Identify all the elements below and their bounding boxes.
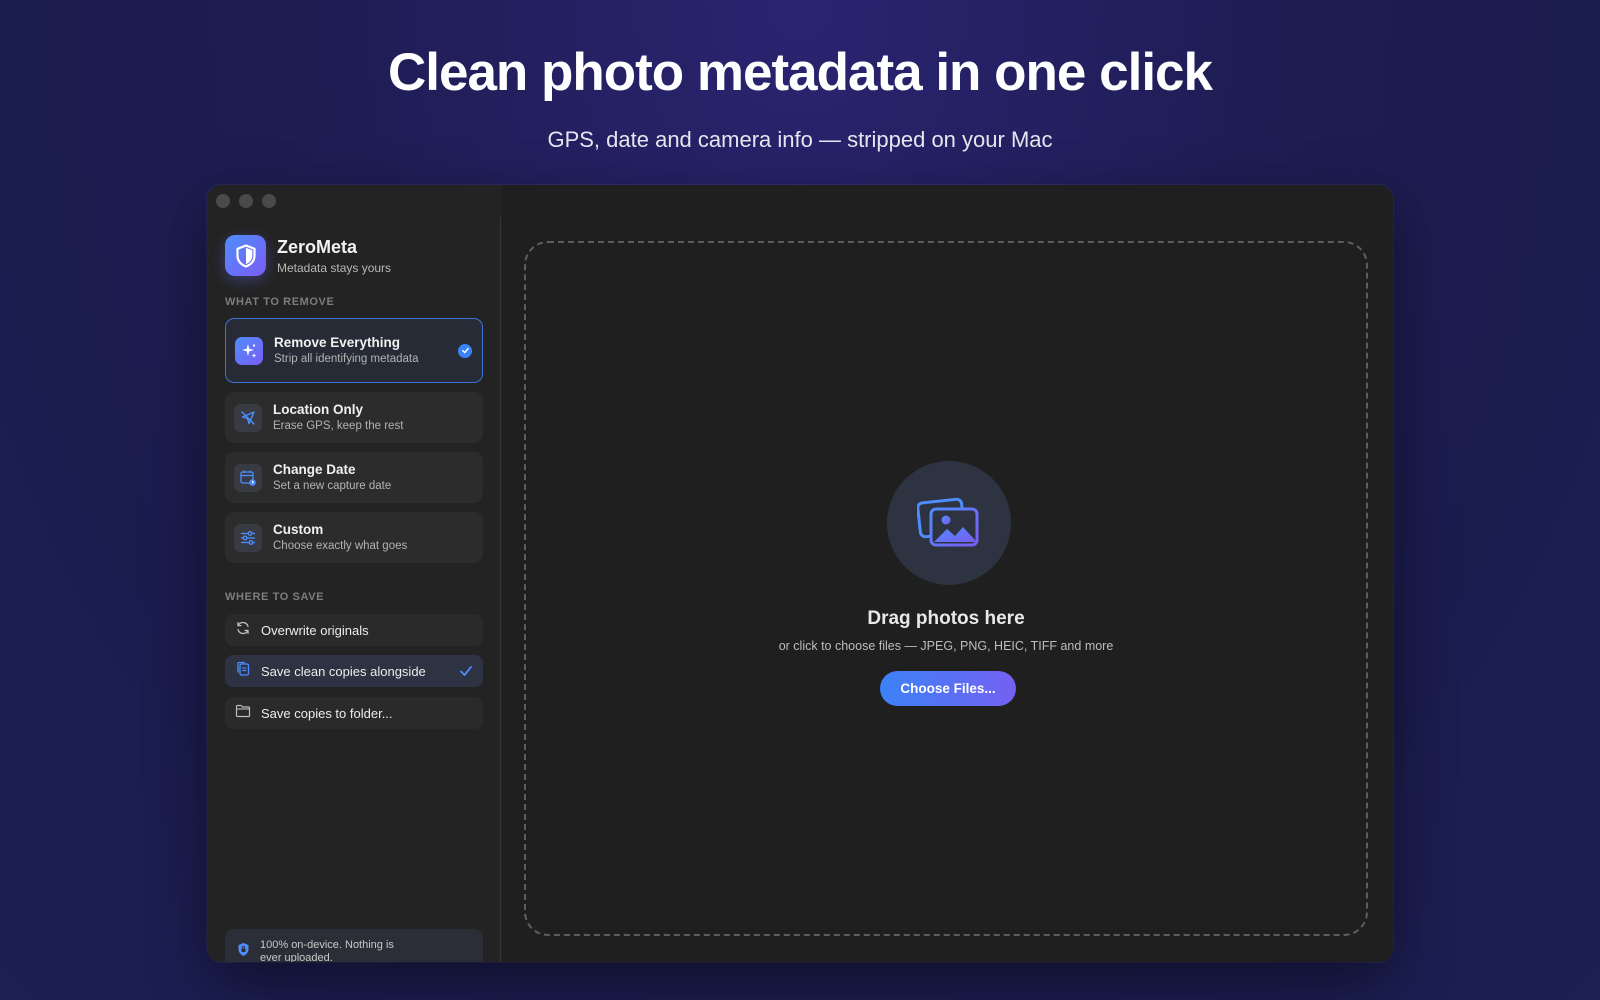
folder-icon — [235, 703, 251, 724]
copy-doc-icon — [235, 661, 251, 682]
shield-logo-icon — [225, 235, 266, 276]
sparkles-icon — [235, 336, 263, 365]
drop-zone-subtitle: or click to choose files — JPEG, PNG, HE… — [778, 639, 1114, 653]
main-pane: Drag photos here or click to choose file… — [502, 185, 1393, 962]
privacy-note: 100% on-device. Nothing is ever uploaded… — [225, 929, 483, 962]
privacy-note-text: 100% on-device. Nothing is ever uploaded… — [260, 939, 394, 962]
option-description: Strip all identifying metadata — [274, 353, 419, 365]
option-description: Erase GPS, keep the rest — [273, 420, 404, 432]
option-description: Set a new capture date — [273, 480, 392, 492]
app-brand: ZeroMeta Metadata stays yours — [225, 235, 391, 276]
sidebar: ZeroMeta Metadata stays yours WHAT TO RE… — [207, 217, 501, 962]
app-tagline: Metadata stays yours — [277, 260, 392, 275]
checkmark-icon — [459, 664, 473, 683]
choose-files-button[interactable]: Choose Files... — [880, 671, 1016, 706]
save-option-to-folder[interactable]: Save copies to folder... — [225, 697, 483, 729]
selected-check-icon — [458, 343, 472, 358]
option-title: Location Only — [273, 402, 364, 417]
app-name: ZeroMeta — [277, 236, 358, 257]
save-option-label: Save clean copies alongside — [261, 663, 426, 679]
minimize-window-button[interactable] — [239, 194, 253, 208]
refresh-icon — [235, 620, 251, 641]
option-title: Change Date — [273, 462, 356, 477]
zoom-window-button[interactable] — [262, 194, 276, 208]
hero-subtitle: GPS, date and camera info — stripped on … — [547, 127, 1053, 152]
drop-zone[interactable]: Drag photos here or click to choose file… — [524, 241, 1368, 936]
save-option-label: Save copies to folder... — [261, 705, 393, 721]
option-title: Custom — [273, 522, 324, 537]
save-option-copies-alongside[interactable]: Save clean copies alongside — [225, 655, 483, 687]
save-option-overwrite[interactable]: Overwrite originals — [225, 614, 483, 646]
calendar-clock-icon — [234, 463, 262, 492]
app-window: ZeroMeta Metadata stays yours WHAT TO RE… — [207, 185, 1393, 962]
section-label-where-to-save: WHERE TO SAVE — [225, 591, 325, 603]
window-controls — [216, 194, 276, 208]
photos-icon — [887, 461, 1011, 585]
option-description: Choose exactly what goes — [273, 540, 408, 552]
drop-zone-title: Drag photos here — [867, 608, 1025, 629]
option-title: Remove Everything — [274, 335, 401, 350]
shield-lock-icon — [237, 942, 250, 962]
option-location-only[interactable]: Location Only Erase GPS, keep the rest — [225, 392, 483, 443]
sliders-icon — [234, 523, 262, 552]
close-window-button[interactable] — [216, 194, 230, 208]
section-label-what-to-remove: WHAT TO REMOVE — [225, 296, 335, 308]
option-custom[interactable]: Custom Choose exactly what goes — [225, 512, 483, 563]
option-remove-everything[interactable]: Remove Everything Strip all identifying … — [225, 318, 483, 383]
hero-title: Clean photo metadata in one click — [387, 43, 1213, 102]
save-option-label: Overwrite originals — [261, 622, 369, 638]
option-change-date[interactable]: Change Date Set a new capture date — [225, 452, 483, 503]
location-off-icon — [234, 403, 262, 432]
